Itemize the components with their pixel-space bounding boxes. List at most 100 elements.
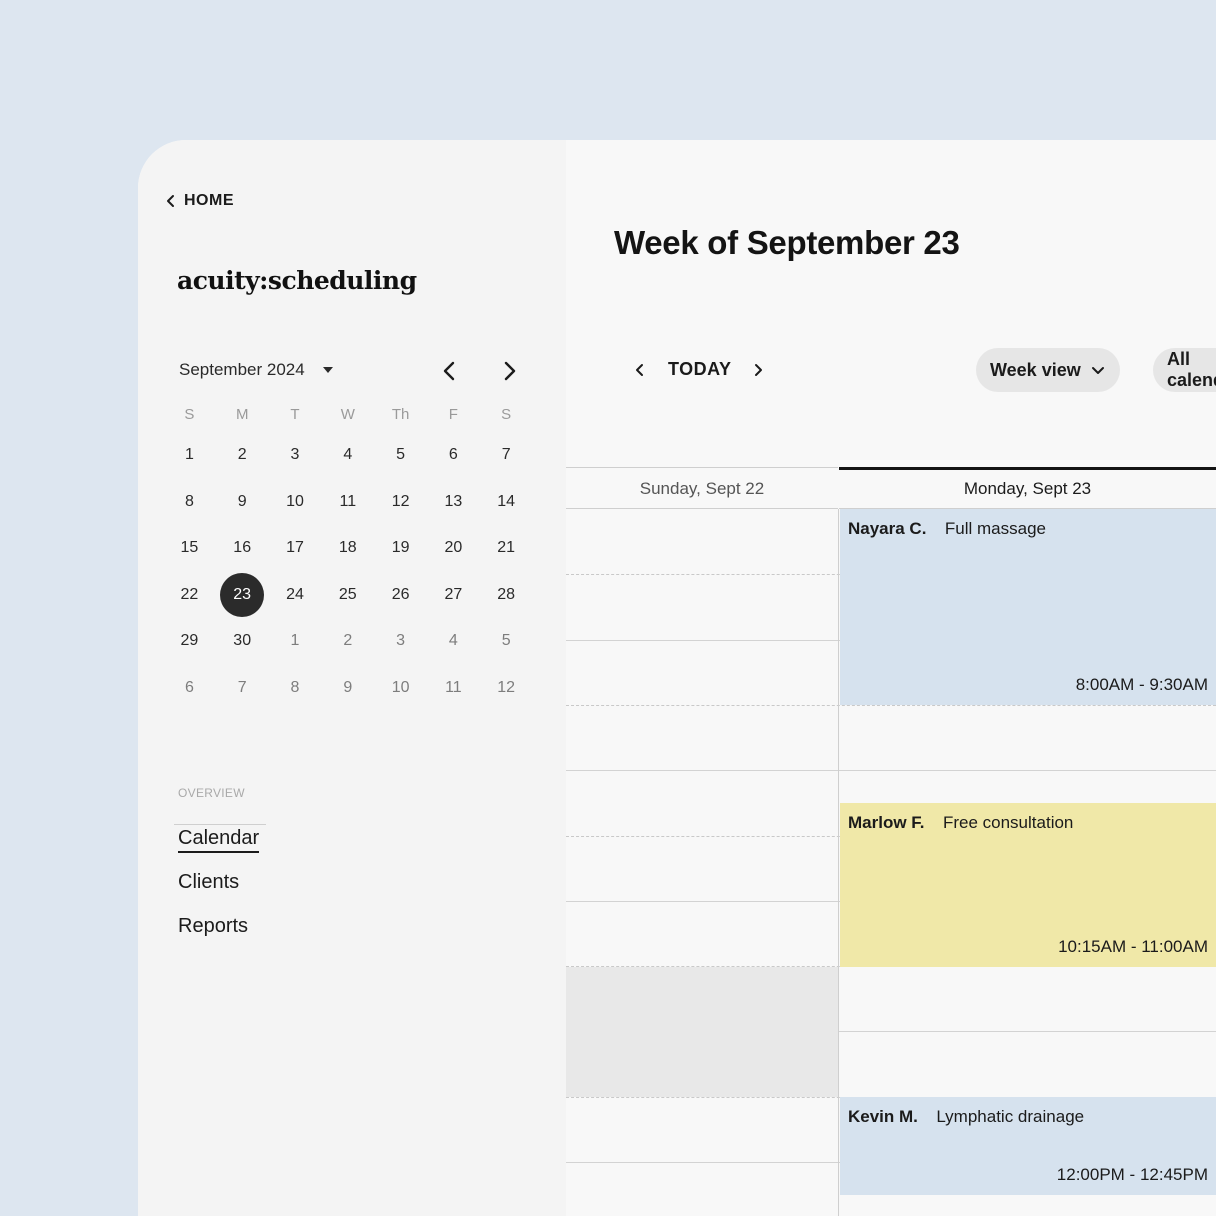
calendar-day[interactable]: 17 [269,526,322,570]
appointment-service: Full massage [944,519,1046,538]
calendar-day[interactable]: 5 [480,619,533,663]
calendar-day[interactable]: 18 [321,526,374,570]
page-title: Week of September 23 [614,224,960,261]
calendar-day[interactable]: 16 [216,526,269,570]
weekday-label: S [501,406,512,423]
calendar-week-row: 8 9 10 11 12 13 14 [163,479,533,526]
calendar-day[interactable]: 8 [163,480,216,524]
calendar-day[interactable]: 19 [374,526,427,570]
calendar-day-number: 27 [444,585,463,603]
calendar-day[interactable]: 14 [480,480,533,524]
calendar-day[interactable]: 1 [269,619,322,663]
chevron-left-icon [167,195,174,207]
calendar-day-number: 15 [180,539,199,557]
day-header-monday[interactable]: Monday, Sept 23 [839,467,1216,509]
calendar-day[interactable]: 21 [480,526,533,570]
calendar-day-number: 6 [184,678,194,696]
month-picker-bar: September 2024 [179,356,522,386]
calendar-day[interactable]: 2 [321,619,374,663]
appointment-card[interactable]: Kevin M. Lymphatic drainage 12:00PM - 12… [840,1097,1216,1195]
calendar-day-number: 12 [497,678,516,696]
weekday-label: S [184,406,195,423]
home-label: HOME [184,192,234,209]
calendar-day-number: 29 [180,632,199,650]
calendar-day-number: 2 [343,632,353,650]
view-dropdown[interactable]: Week view [976,348,1120,392]
appointment-service: Free consultation [942,813,1074,832]
calendar-day[interactable]: 8 [269,666,322,710]
sidebar: HOME acuity:scheduling September 2024 S M… [138,140,566,1216]
calendar-day-number: 28 [497,585,516,603]
today-button[interactable]: TODAY [668,359,732,380]
calendar-day[interactable]: 20 [427,526,480,570]
previous-month-button[interactable] [437,358,463,384]
sidebar-item-calendar[interactable]: Calendar [178,824,260,868]
calendar-day[interactable]: 15 [163,526,216,570]
sidebar-item-label: Reports [178,915,249,937]
appointment-client: Nayara C. [848,519,927,538]
calendar-day[interactable]: 6 [427,433,480,477]
calendar-day[interactable]: 24 [269,573,322,617]
calendar-day-number: 3 [290,446,300,464]
calendar-day[interactable]: 11 [321,480,374,524]
calendars-dropdown[interactable]: All calendars [1153,348,1216,392]
home-link[interactable]: HOME [164,192,234,210]
chevron-left-icon [636,364,643,376]
main-panel: Week of September 23 TODAY Week view All… [566,140,1216,1216]
next-month-button[interactable] [496,358,522,384]
calendar-day[interactable]: 1 [163,433,216,477]
calendar-day[interactable]: 9 [321,666,374,710]
day-header-sunday[interactable]: Sunday, Sept 22 [566,467,838,509]
calendar-day[interactable]: 10 [374,666,427,710]
appointment-card[interactable]: Nayara C. Full massage 8:00AM - 9:30AM [840,509,1216,705]
calendar-day[interactable]: 28 [480,573,533,617]
calendar-week-row: 6 7 8 9 10 11 12 [163,665,533,712]
sidebar-item-reports[interactable]: Reports [178,912,259,956]
calendar-day-number: 11 [445,678,462,696]
calendar-day[interactable]: 26 [374,573,427,617]
caret-down-icon [322,367,333,373]
next-week-button[interactable] [748,360,768,380]
calendar-day-selected[interactable]: 23 [216,572,269,617]
calendar-day-number: 16 [233,539,252,557]
calendar-day[interactable]: 4 [427,619,480,663]
calendar-week-row: 1 2 3 4 5 6 7 [163,432,533,479]
month-selector[interactable]: September 2024 [179,360,333,380]
weekday-label: M [235,406,249,423]
mini-calendar: S M T W Th F S 1 2 3 4 5 6 7 8 9 10 11 12 13 14 15 16 17 18 19 20… [163,398,533,711]
calendar-day[interactable]: 4 [321,433,374,477]
calendar-day-number: 20 [444,539,463,557]
calendar-toolbar: TODAY Week view All calendars [628,348,1216,392]
appointment-card[interactable]: Marlow F. Free consultation 10:15AM - 11… [840,803,1216,967]
previous-week-button[interactable] [630,360,650,380]
weekday-label: F [448,406,458,423]
calendar-day[interactable]: 29 [163,619,216,663]
calendar-day[interactable]: 3 [269,433,322,477]
calendar-day-number: 9 [343,678,353,696]
calendars-dropdown-label: All calendars [1167,349,1216,390]
calendar-day[interactable]: 30 [216,619,269,663]
month-label: September 2024 [179,360,305,379]
calendar-day[interactable]: 7 [216,666,269,710]
calendar-day[interactable]: 27 [427,573,480,617]
sidebar-item-label: Clients [178,871,240,893]
calendar-day[interactable]: 3 [374,619,427,663]
calendar-day[interactable]: 6 [163,666,216,710]
calendar-day[interactable]: 13 [427,480,480,524]
calendar-day[interactable]: 12 [480,666,533,710]
calendar-day[interactable]: 10 [269,480,322,524]
calendar-day[interactable]: 9 [216,480,269,524]
calendar-day[interactable]: 12 [374,480,427,524]
calendar-day-number: 26 [391,585,410,603]
calendar-day[interactable]: 5 [374,433,427,477]
calendar-day-number: 14 [497,492,516,510]
sidebar-item-clients[interactable]: Clients [178,868,259,912]
calendar-day[interactable]: 25 [321,573,374,617]
calendar-day[interactable]: 7 [480,433,533,477]
calendar-day[interactable]: 2 [216,433,269,477]
calendar-day[interactable]: 22 [163,573,216,617]
view-dropdown-label: Week view [990,359,1081,380]
calendar-day[interactable]: 11 [427,666,480,710]
time-slot-line [566,704,1216,706]
calendar-week-row: 29 30 1 2 3 4 5 [163,618,533,665]
